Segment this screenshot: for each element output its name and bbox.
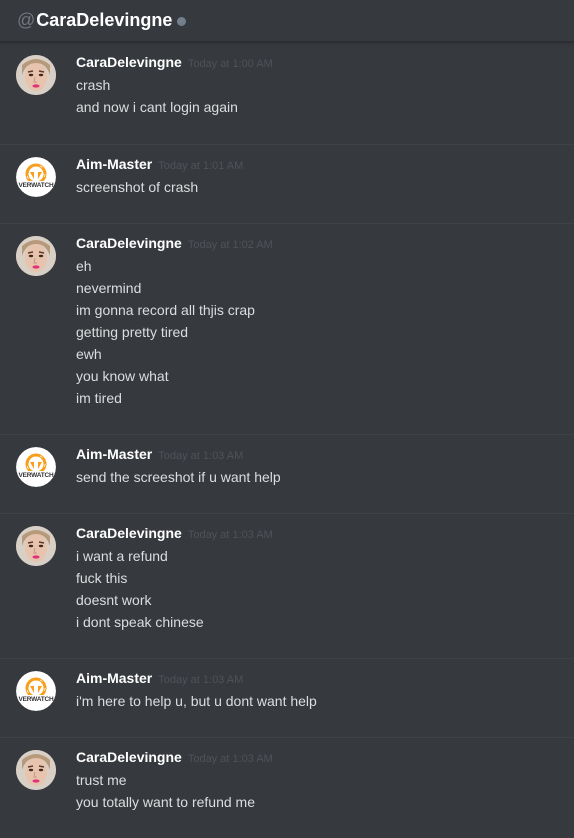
message-timestamp: Today at 1:03 AM (187, 753, 273, 765)
message-author[interactable]: Aim-Master (76, 446, 152, 462)
user-avatar-portrait[interactable] (16, 750, 56, 790)
message-timestamp: Today at 1:03 AM (158, 450, 244, 462)
offline-status-icon (177, 17, 187, 26)
message-text: im gonna record all thjis crap (76, 302, 255, 318)
message-text: and now i cant login again (76, 99, 238, 115)
message-header: CaraDelevingne Today at 1:02 AM (76, 235, 564, 255)
message-content: CaraDelevingne Today at 1:03 AM i want a r… (76, 525, 564, 633)
dm-recipient-name[interactable]: CaraDelevingne (36, 10, 172, 31)
user-avatar-overwatch-logo[interactable]: VERWATCH (16, 671, 56, 711)
message-group: CaraDelevingne Today at 1:00 AM crash and n… (0, 43, 574, 144)
message-timestamp: Today at 1:00 AM (187, 58, 273, 70)
message-text: crash (76, 77, 111, 93)
user-avatar-overwatch-logo[interactable]: VERWATCH (16, 447, 56, 487)
user-avatar-portrait[interactable] (16, 236, 56, 276)
message-timestamp: Today at 1:03 AM (158, 674, 244, 686)
message-group: CaraDelevingne Today at 1:03 AM i want a r… (0, 513, 574, 658)
message-author[interactable]: CaraDelevingne (76, 235, 182, 251)
message-group: CaraDelevingne Today at 1:03 AM trust me yo… (0, 737, 574, 838)
message-group: CaraDelevingne Today at 1:02 AM eh nevermin… (0, 223, 574, 434)
message-text: you totally want to refund me (76, 794, 255, 810)
message-header: CaraDelevingne Today at 1:00 AM (76, 54, 564, 74)
message-content: CaraDelevingne Today at 1:00 AM crash and n… (76, 54, 564, 118)
message-content: Aim-Master Today at 1:03 AM i'm here to he… (76, 670, 564, 712)
message-text: im tired (76, 390, 122, 406)
logo-text: VERWATCH (19, 696, 55, 703)
message-text: send the screeshot if u want help (76, 469, 281, 485)
user-avatar-portrait[interactable] (16, 526, 56, 566)
user-avatar-overwatch-logo[interactable]: VERWATCH (16, 157, 56, 197)
message-text: fuck this (76, 570, 128, 586)
message-content: Aim-Master Today at 1:01 AM screenshot of … (76, 156, 564, 198)
message-group: VERWATCH Aim-Master Today at 1:03 AM send … (0, 434, 574, 513)
message-content: Aim-Master Today at 1:03 AM send the scree… (76, 446, 564, 488)
message-text: eh (76, 258, 92, 274)
message-author[interactable]: Aim-Master (76, 156, 152, 172)
message-group: VERWATCH Aim-Master Today at 1:03 AM i'm h… (0, 658, 574, 737)
message-header: CaraDelevingne Today at 1:03 AM (76, 749, 564, 769)
message-text: ewh (76, 346, 102, 362)
message-content: CaraDelevingne Today at 1:02 AM eh nevermin… (76, 235, 564, 409)
message-author[interactable]: Aim-Master (76, 670, 152, 686)
message-text: doesnt work (76, 592, 152, 608)
logo-text: VERWATCH (19, 182, 55, 189)
message-author[interactable]: CaraDelevingne (76, 749, 182, 765)
at-symbol: @ (17, 10, 36, 30)
message-text: nevermind (76, 280, 142, 296)
message-header: Aim-Master Today at 1:03 AM (76, 670, 564, 690)
message-timestamp: Today at 1:01 AM (158, 160, 244, 172)
message-header: Aim-Master Today at 1:03 AM (76, 446, 564, 466)
message-group: VERWATCH Aim-Master Today at 1:01 AM scree… (0, 144, 574, 223)
message-text: trust me (76, 772, 127, 788)
message-header: Aim-Master Today at 1:01 AM (76, 156, 564, 176)
logo-text: VERWATCH (19, 472, 55, 479)
message-timestamp: Today at 1:03 AM (187, 529, 273, 541)
user-avatar-portrait[interactable] (16, 55, 56, 95)
message-text: getting pretty tired (76, 324, 189, 340)
message-text: i dont speak chinese (76, 614, 204, 630)
message-author[interactable]: CaraDelevingne (76, 525, 182, 541)
message-text: i want a refund (76, 548, 168, 564)
message-header: CaraDelevingne Today at 1:03 AM (76, 525, 564, 545)
message-text: i'm here to help u, but u dont want help (76, 693, 317, 709)
message-text: you know what (76, 368, 169, 384)
message-list: CaraDelevingne Today at 1:00 AM crash and n… (0, 43, 574, 838)
message-timestamp: Today at 1:02 AM (187, 239, 273, 251)
message-content: CaraDelevingne Today at 1:03 AM trust me yo… (76, 749, 564, 813)
message-author[interactable]: CaraDelevingne (76, 54, 182, 70)
dm-header: @ CaraDelevingne (0, 0, 574, 42)
message-text: screenshot of crash (76, 179, 199, 195)
